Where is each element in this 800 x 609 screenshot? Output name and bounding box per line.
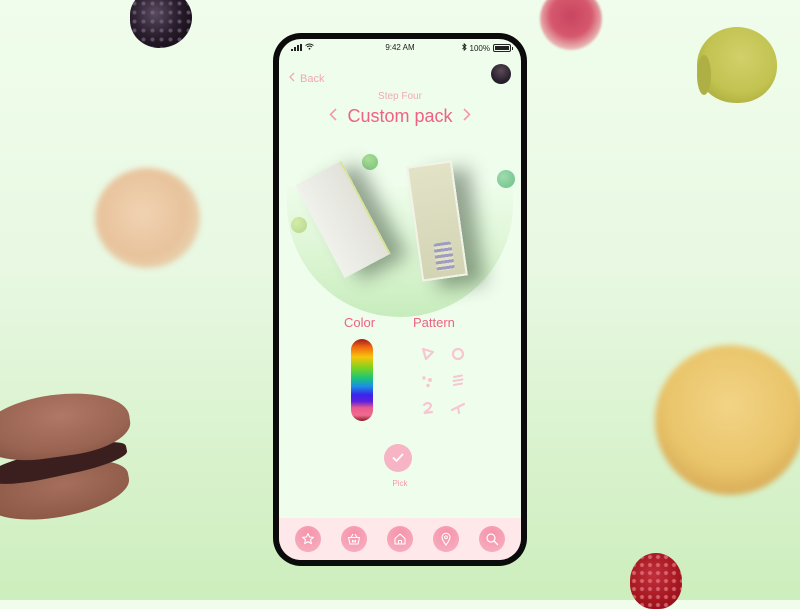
next-step-button[interactable] [462, 107, 471, 126]
basket-icon [347, 533, 361, 545]
raspberry-macaron-image [540, 0, 602, 50]
chevron-right-icon [462, 107, 471, 121]
phone-frame: 9:42 AM 100% Back Step Four Custom pack [273, 33, 527, 566]
checkmark-icon [392, 453, 404, 463]
tab-location[interactable] [433, 526, 459, 552]
pack-preview [279, 147, 521, 317]
blackberry-image [130, 0, 192, 48]
previous-step-button[interactable] [329, 107, 338, 126]
pistachio-macaron-image [697, 27, 777, 103]
pick-label: Pick [392, 479, 408, 488]
battery-percent: 100% [469, 43, 490, 53]
color-label: Color [344, 315, 376, 330]
decor-ball [362, 154, 378, 170]
tab-basket[interactable] [341, 526, 367, 552]
page-title: Custom pack [347, 106, 453, 126]
app-screen: 9:42 AM 100% Back Step Four Custom pack [279, 39, 521, 560]
tab-favorites[interactable] [295, 526, 321, 552]
raspberry-image [630, 553, 682, 609]
chocolate-macaron-image [0, 384, 135, 530]
title-row: Custom pack [279, 106, 521, 127]
chevron-left-icon [329, 107, 338, 121]
decor-ball [291, 217, 307, 233]
peach-macaron-image [95, 168, 200, 268]
lemon-macaron-image [655, 345, 800, 495]
tab-search[interactable] [479, 526, 505, 552]
triangle-pattern[interactable] [413, 341, 443, 368]
color-slider[interactable] [351, 339, 373, 421]
tab-bar [279, 518, 521, 560]
pick-button[interactable] [384, 444, 412, 472]
squiggle-pattern[interactable] [413, 394, 443, 421]
pack-spring [433, 241, 455, 272]
back-button[interactable]: Back [289, 72, 324, 85]
bluetooth-icon [461, 42, 467, 53]
back-label: Back [300, 72, 325, 85]
step-label: Step Four [378, 91, 422, 102]
wave-pattern[interactable] [443, 394, 473, 421]
home-icon [394, 533, 406, 545]
user-avatar[interactable] [491, 64, 511, 84]
star-icon [302, 532, 314, 545]
tab-home[interactable] [387, 526, 413, 552]
pattern-label: Pattern [413, 315, 455, 330]
lines-pattern[interactable] [443, 368, 473, 395]
chevron-left-icon [289, 72, 295, 85]
location-pin-icon [441, 532, 451, 546]
pattern-grid [413, 341, 473, 421]
search-icon [486, 533, 499, 546]
circle-pattern[interactable] [443, 341, 473, 368]
battery-icon [493, 44, 513, 52]
decor-ball [497, 170, 515, 188]
status-bar: 9:42 AM 100% [279, 39, 521, 55]
dots-pattern[interactable] [413, 368, 443, 395]
